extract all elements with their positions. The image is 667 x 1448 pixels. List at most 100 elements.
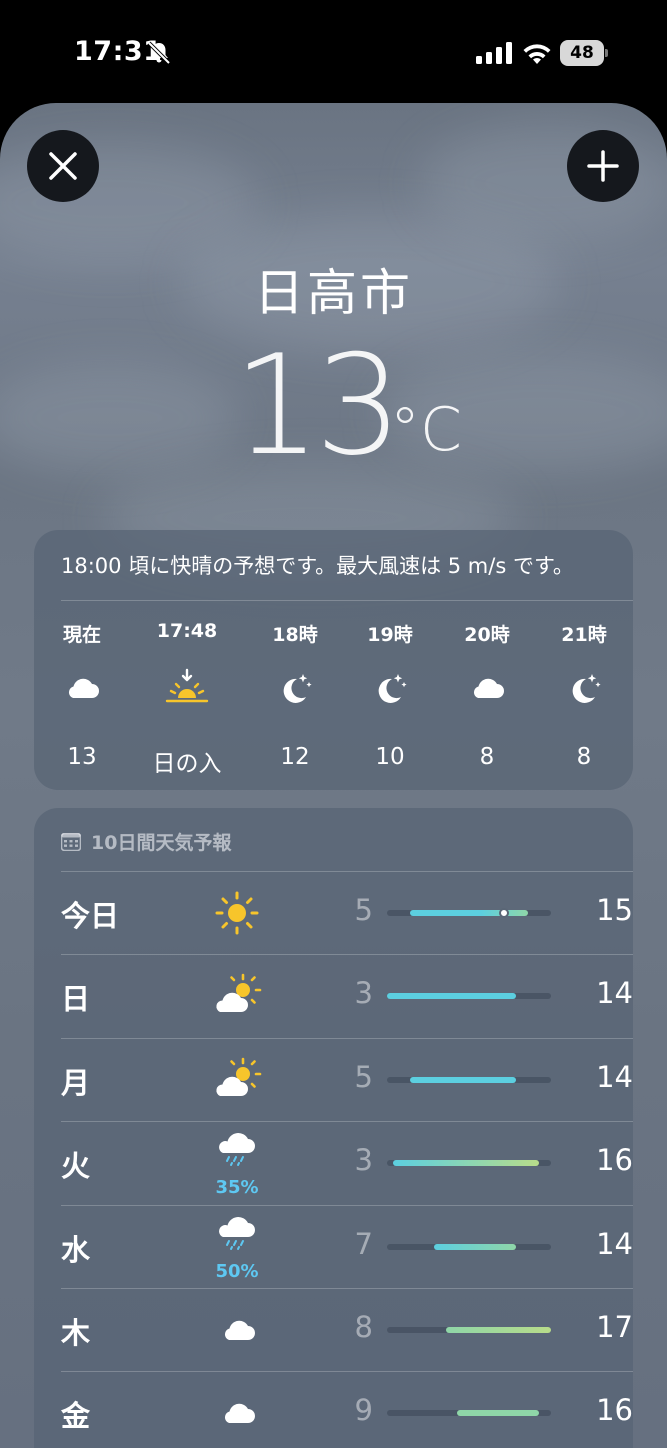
forecast-day-row[interactable]: 水 50% 7 14	[61, 1204, 633, 1289]
moon-stars-icon	[564, 668, 604, 708]
close-icon	[49, 152, 77, 180]
forecast-header: 10日間天気予報	[61, 828, 231, 855]
hourly-item: 19時 10	[342, 620, 438, 780]
row-divider	[61, 1037, 633, 1039]
battery-level: 48	[560, 40, 604, 66]
cloud-icon	[62, 668, 102, 708]
hourly-temperature: 12	[280, 744, 310, 770]
wifi-icon	[523, 44, 551, 64]
hourly-item: 18時 12	[247, 620, 343, 780]
temperature-range-fill	[410, 1076, 516, 1083]
temperature-range-bar	[387, 1160, 551, 1167]
temperature-range-bar	[387, 1327, 551, 1333]
temperature-range-fill	[433, 1243, 516, 1250]
forecast-title: 10日間天気予報	[91, 832, 232, 854]
day-name: 日	[61, 982, 91, 1017]
temperature-unit: °C	[390, 395, 462, 465]
temperature-value: 13	[233, 325, 403, 486]
weather-sheet: 日高市 13 °C 18:00 頃に快晴の予想です。最大風速は 5 m/s です…	[0, 103, 667, 1448]
row-divider	[61, 871, 633, 872]
cellular-signal-icon	[476, 42, 512, 64]
hourly-item: 20時 8	[439, 620, 535, 780]
forecast-day-row[interactable]: 月 5 14	[61, 1037, 633, 1122]
high-temperature: 14	[596, 976, 633, 1011]
low-temperature: 7	[354, 1226, 373, 1261]
forecast-day-row[interactable]: 日 3 14	[61, 954, 633, 1038]
hourly-item: 21時 8	[536, 620, 632, 780]
current-temperature: 13 °C	[0, 325, 667, 486]
forecast-day-row[interactable]: 金 9 16	[61, 1371, 633, 1448]
day-name: 今日	[61, 899, 120, 933]
row-divider	[61, 1121, 633, 1123]
temperature-range-fill	[457, 1410, 540, 1417]
hourly-item: 17:48 日の入	[139, 620, 235, 780]
hourly-time: 18時	[272, 624, 318, 646]
high-temperature: 14	[596, 1226, 633, 1261]
battery-indicator: 48	[560, 40, 608, 66]
partly-cloudy-icon	[211, 972, 263, 1020]
plus-icon	[587, 150, 619, 182]
current-temperature-dot	[499, 908, 510, 918]
hourly-temperature: 8	[576, 744, 592, 770]
row-divider	[61, 954, 633, 956]
hourly-time: 19時	[367, 624, 413, 646]
status-bar: 17:31 48	[0, 0, 667, 100]
low-temperature: 3	[354, 976, 373, 1011]
forecast-day-row[interactable]: 今日 5 15	[61, 871, 633, 955]
temperature-range-bar	[387, 1410, 551, 1417]
temperature-range-bar	[387, 1076, 551, 1083]
forecast-day-row[interactable]: 火 35% 3 16	[61, 1121, 633, 1205]
sunset-icon	[165, 668, 209, 708]
add-button[interactable]	[567, 130, 639, 202]
close-button[interactable]	[27, 130, 99, 202]
temperature-range-bar	[387, 908, 551, 918]
city-name: 日高市	[254, 264, 413, 322]
low-temperature: 5	[354, 1059, 373, 1094]
battery-cap	[605, 49, 608, 57]
row-divider	[61, 1371, 633, 1373]
hourly-time: 現在	[62, 624, 101, 646]
hourly-forecast-card[interactable]: 18:00 頃に快晴の予想です。最大風速は 5 m/s です。 現在 13 17:4…	[34, 530, 633, 790]
moon-stars-icon	[370, 668, 410, 708]
cloud-icon	[467, 668, 507, 708]
hourly-temperature: 8	[479, 744, 495, 770]
low-temperature: 8	[354, 1310, 373, 1344]
hourly-time: 17:48	[156, 620, 218, 642]
day-name: 金	[61, 1399, 91, 1434]
temperature-range-fill	[410, 910, 528, 916]
hourly-temperature: 10	[375, 744, 405, 770]
hourly-time: 21時	[561, 624, 607, 646]
ten-day-forecast-card[interactable]: 10日間天気予報 今日 5 15 日 3 14 月 5 14 火 35% 3 16 水 50% 7 14 木 8 17…	[34, 808, 633, 1448]
day-name: 木	[61, 1316, 91, 1350]
high-temperature: 17	[596, 1310, 633, 1344]
moon-stars-icon	[275, 668, 315, 708]
high-temperature: 16	[596, 1393, 633, 1428]
temperature-range-fill	[445, 1327, 551, 1333]
high-temperature: 14	[596, 1059, 633, 1094]
day-name: 水	[61, 1232, 91, 1267]
hourly-item: 現在 13	[34, 620, 130, 780]
bell-slash-icon	[147, 41, 171, 65]
calendar-icon	[61, 832, 81, 851]
temperature-range-fill	[387, 993, 516, 1000]
rain-icon	[211, 1211, 263, 1259]
day-name: 月	[61, 1065, 91, 1100]
cloud-icon	[218, 1310, 270, 1358]
precipitation-chance: 35%	[215, 1177, 259, 1199]
day-name: 火	[61, 1149, 91, 1184]
temperature-range-bar	[387, 1243, 551, 1250]
sun-icon	[213, 889, 265, 937]
divider	[61, 600, 633, 601]
high-temperature: 15	[596, 893, 633, 927]
hourly-time: 20時	[464, 624, 510, 646]
row-divider	[61, 1288, 633, 1289]
temperature-range-bar	[387, 993, 551, 1000]
low-temperature: 3	[354, 1143, 373, 1178]
high-temperature: 16	[596, 1143, 633, 1178]
row-divider	[61, 1204, 633, 1206]
weather-summary: 18:00 頃に快晴の予想です。最大風速は 5 m/s です。	[61, 554, 574, 578]
forecast-day-row[interactable]: 木 8 17	[61, 1288, 633, 1372]
temperature-range-fill	[392, 1160, 540, 1167]
low-temperature: 5	[354, 893, 373, 927]
rain-icon	[211, 1127, 263, 1175]
